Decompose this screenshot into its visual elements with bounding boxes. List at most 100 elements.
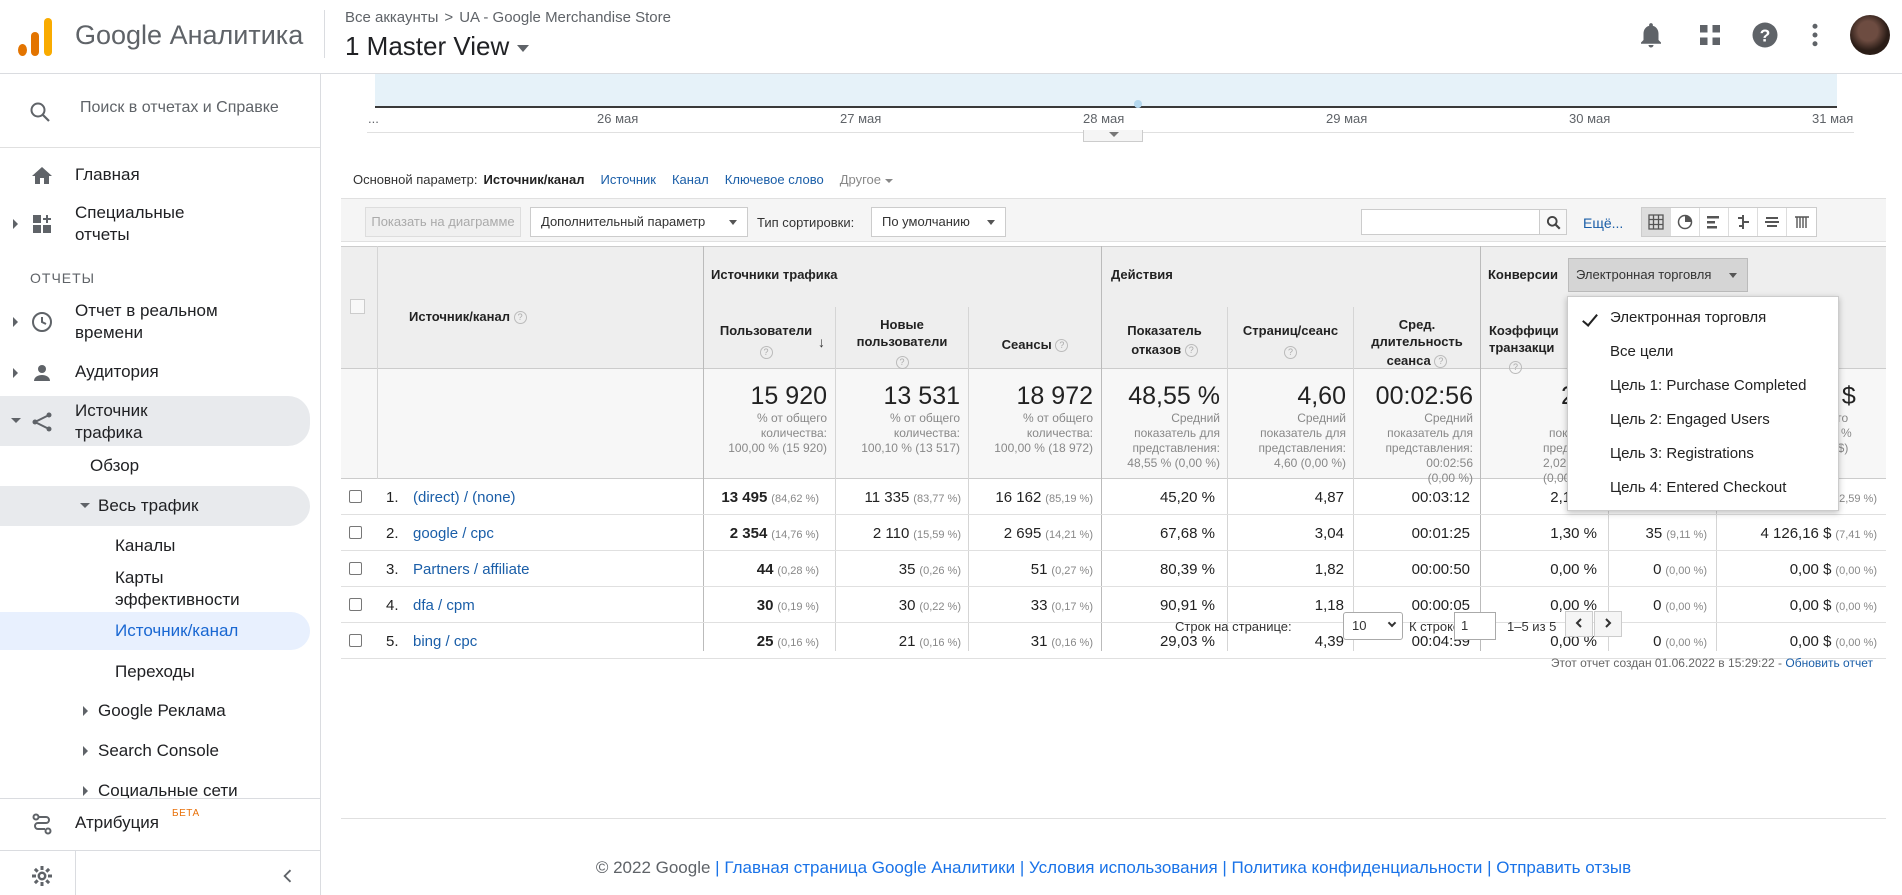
total-caption: показатель для <box>1387 426 1473 440</box>
sidebar-item-referrals[interactable]: Переходы <box>115 661 195 683</box>
sidebar-attribution-row[interactable]: Атрибуция БЕТА <box>0 799 320 850</box>
sidebar-item-treemaps[interactable]: Карты эффективности <box>115 567 240 611</box>
breadcrumb-account[interactable]: UA - Google Merchandise Store <box>459 9 671 26</box>
help-icon[interactable]: ? <box>513 311 527 325</box>
breadcrumb-all-accounts[interactable]: Все аккаунты <box>345 9 438 26</box>
row-checkbox[interactable] <box>349 526 362 539</box>
row-checkbox[interactable] <box>349 490 362 503</box>
view-pie-button[interactable] <box>1671 208 1700 236</box>
product-name[interactable]: Google Аналитика <box>75 20 303 51</box>
conversion-type-select[interactable]: Электронная торговля <box>1568 258 1748 292</box>
footer-link-feedback[interactable]: Отправить отзыв <box>1496 858 1631 877</box>
table-cell-conv: 0,00 % <box>1550 561 1597 578</box>
cell-percent: (15,59 %) <box>913 529 961 541</box>
sidebar-item-overview[interactable]: Обзор <box>90 455 139 477</box>
more-vert-icon[interactable] <box>1800 20 1830 50</box>
view-pivot-button[interactable] <box>1787 208 1816 236</box>
row-checkbox[interactable] <box>349 634 362 647</box>
rows-per-page-select[interactable]: 10 <box>1343 612 1403 640</box>
help-icon[interactable]: ? <box>1055 339 1069 353</box>
row-source-link[interactable]: dfa / cpm <box>413 597 475 614</box>
column-header-avg-session-duration[interactable]: Сред. длительность сеанса ? <box>1355 316 1479 369</box>
row-source-link[interactable]: Partners / affiliate <box>413 561 529 578</box>
dropdown-option-all-goals[interactable]: Все цели <box>1610 343 1673 360</box>
footer-link-privacy[interactable]: Политика конфиденциальности <box>1232 858 1483 877</box>
sidebar-item-realtime[interactable]: Отчет в реальном времени <box>0 300 310 344</box>
view-comparison-button[interactable] <box>1729 208 1758 236</box>
table-cell-rev: 4 126,16 $ (7,41 %) <box>1761 525 1877 542</box>
sidebar-item-source-medium[interactable]: Источник/канал <box>115 620 238 642</box>
help-icon[interactable]: ? <box>1284 346 1297 360</box>
secondary-dimension-label: Дополнительный параметр <box>541 214 706 229</box>
view-selector[interactable]: 1 Master View <box>345 31 530 62</box>
column-header-new-users[interactable]: Новые пользователи? <box>837 316 967 370</box>
dimension-link-medium[interactable]: Канал <box>672 172 709 187</box>
prev-page-button[interactable] <box>1565 611 1593 637</box>
sidebar-item-all-traffic[interactable]: Весь трафик <box>98 495 199 517</box>
collapse-arrow-icon <box>11 418 21 423</box>
help-icon[interactable]: ? <box>759 346 773 360</box>
dropdown-option-goal-2[interactable]: Цель 2: Engaged Users <box>1610 411 1770 428</box>
sidebar-search-input[interactable] <box>80 99 288 117</box>
footer-link-terms[interactable]: Условия использования <box>1029 858 1218 877</box>
plot-rows-button[interactable]: Показать на диаграмме <box>365 207 521 237</box>
sidebar-item-channels[interactable]: Каналы <box>115 535 175 557</box>
apps-grid-icon[interactable] <box>1695 20 1725 50</box>
help-icon[interactable]: ? <box>1509 361 1522 375</box>
avatar[interactable] <box>1850 15 1890 55</box>
gear-icon[interactable] <box>30 864 54 888</box>
sidebar-item-acquisition[interactable]: Источник трафика <box>0 400 310 444</box>
row-checkbox[interactable] <box>349 598 362 611</box>
column-header-sessions[interactable]: Сеансы ? <box>970 336 1100 353</box>
dropdown-option-goal-1[interactable]: Цель 1: Purchase Completed <box>1610 377 1806 394</box>
dimension-link-source[interactable]: Источник <box>600 172 656 187</box>
help-icon[interactable]: ? <box>1750 20 1780 50</box>
column-header-bounce-rate[interactable]: Показатель отказов ? <box>1103 322 1226 358</box>
help-icon[interactable]: ? <box>1184 344 1198 358</box>
dropdown-option-goal-4[interactable]: Цель 4: Entered Checkout <box>1610 479 1786 496</box>
bell-icon[interactable] <box>1636 20 1666 50</box>
dimension-link-keyword[interactable]: Ключевое слово <box>725 172 824 187</box>
view-performance-button[interactable] <box>1700 208 1729 236</box>
row-source-link[interactable]: bing / cpc <box>413 633 477 650</box>
analytics-logo[interactable] <box>18 16 54 56</box>
advanced-filter-link[interactable]: Ещё... <box>1583 215 1623 231</box>
total-caption: 48,55 % (0,00 %) <box>1127 456 1220 470</box>
secondary-dimension-select[interactable]: Дополнительный параметр <box>530 207 748 237</box>
help-icon[interactable]: ? <box>1434 355 1448 369</box>
row-source-link[interactable]: google / cpc <box>413 525 494 542</box>
breadcrumb[interactable]: Все аккаунты > UA - Google Merchandise Sto… <box>345 9 671 26</box>
row-checkbox[interactable] <box>349 562 362 575</box>
dropdown-option-ecommerce[interactable]: Электронная торговля <box>1610 309 1766 326</box>
table-search-input[interactable] <box>1361 209 1541 235</box>
column-header-source-medium[interactable]: Источник/канал ? <box>409 308 527 325</box>
column-header-users[interactable]: Пользователи? <box>711 322 821 360</box>
sort-desc-icon[interactable]: ↓ <box>818 334 825 350</box>
chevron-left-icon[interactable] <box>278 866 298 886</box>
expand-arrow-icon <box>13 368 18 378</box>
timeline-drag-handle[interactable] <box>1083 130 1143 142</box>
dimension-link-other[interactable]: Другое <box>840 172 909 187</box>
next-page-button[interactable] <box>1594 611 1622 637</box>
goto-row-input[interactable]: 1 <box>1454 612 1496 640</box>
view-term-cloud-button[interactable] <box>1758 208 1787 236</box>
sidebar-item-custom-reports[interactable]: Специальные отчеты <box>0 202 310 246</box>
sidebar-item-home[interactable]: Главная <box>0 164 310 188</box>
help-icon[interactable]: ? <box>895 356 909 370</box>
timeline-tick: 29 мая <box>1326 111 1368 126</box>
row-source-link[interactable]: (direct) / (none) <box>413 489 516 506</box>
sidebar-item-search-console[interactable]: Search Console <box>98 740 219 762</box>
table-search-button[interactable] <box>1539 209 1567 235</box>
sidebar-item-label: Аудитория <box>75 362 159 381</box>
sidebar-item-google-ads[interactable]: Google Реклама <box>98 700 226 722</box>
footer-link-ga-home[interactable]: Главная страница Google Аналитики <box>724 858 1015 877</box>
refresh-report-link[interactable]: Обновить отчет <box>1785 656 1873 670</box>
sidebar-item-audience[interactable]: Аудитория <box>0 361 310 385</box>
select-all-checkbox[interactable] <box>350 299 365 314</box>
timeline-chart[interactable] <box>375 74 1837 108</box>
cell-value: 4,87 <box>1314 489 1344 506</box>
column-header-pages-per-session[interactable]: Страниц/сеанс? <box>1229 322 1352 360</box>
view-table-button[interactable] <box>1642 208 1671 236</box>
dropdown-option-goal-3[interactable]: Цель 3: Registrations <box>1610 445 1754 462</box>
sort-type-select[interactable]: По умолчанию <box>871 207 1006 237</box>
